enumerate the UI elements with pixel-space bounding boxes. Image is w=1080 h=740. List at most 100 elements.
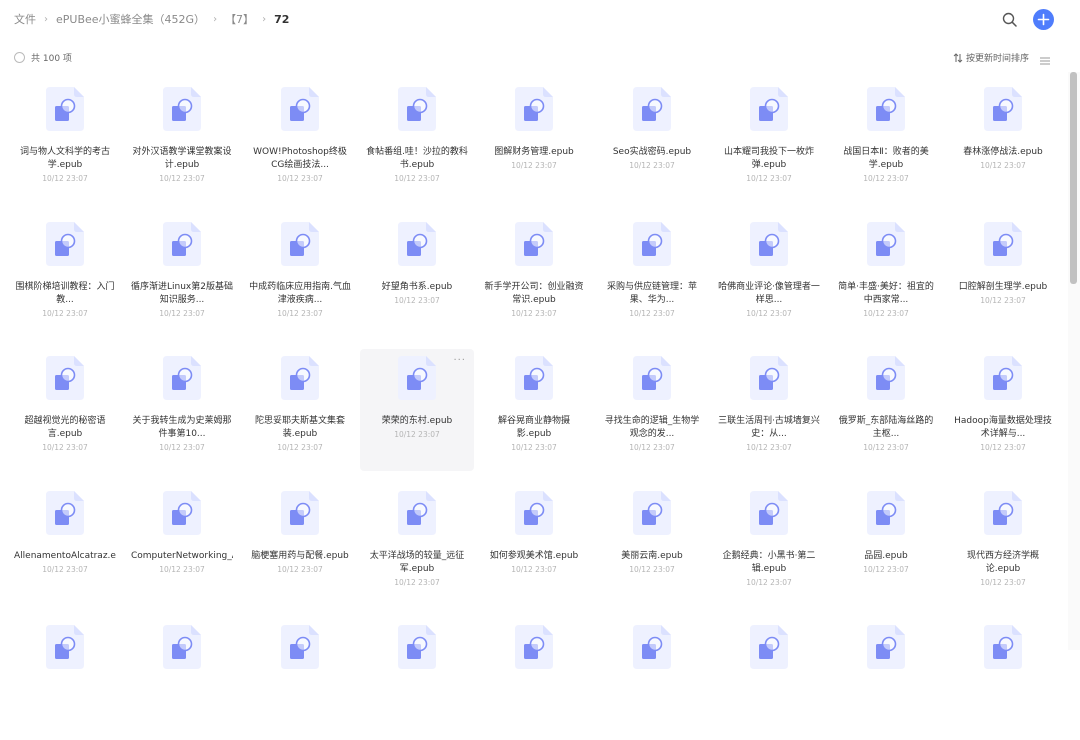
file-name: 对外汉语教学课堂教案设计.epub (132, 147, 232, 170)
file-item[interactable]: 山本耀司我投下一枚炸弹.epub 10/12 23:07 (712, 80, 826, 202)
file-item[interactable] (243, 618, 357, 740)
file-item[interactable]: 围棋阶梯培训教程：入门教... 10/12 23:07 (8, 215, 122, 337)
file-item[interactable]: 寻找生命的逻辑_生物学观念的发... 10/12 23:07 (595, 349, 709, 471)
breadcrumb-item-epubee[interactable]: ePUBee小蜜蜂全集（452G） (56, 11, 205, 27)
file-name: 采购与供应链管理：苹果、华为... (606, 282, 697, 305)
file-name: 好望角书系.epub (381, 282, 453, 292)
sort-button[interactable]: 按更新时间排序 (953, 51, 1029, 64)
file-date: 10/12 23:07 (746, 309, 792, 318)
file-item[interactable]: 脑梗塞用药与配餐.epub 10/12 23:07 (243, 484, 357, 606)
file-item[interactable] (595, 618, 709, 740)
file-name: 中成药临床应用指南.气血津液疾病... (249, 282, 351, 305)
file-item[interactable]: 荣荣的东村.epub 10/12 23:07 ··· (360, 349, 474, 471)
file-date: 10/12 23:07 (394, 578, 440, 587)
file-item[interactable]: 新手学开公司：创业融资常识.epub 10/12 23:07 (477, 215, 591, 337)
file-item[interactable] (477, 618, 591, 740)
file-name: 企鹅经典：小黑书·第二辑.epub (722, 551, 816, 574)
breadcrumb-item-files[interactable]: 文件 (14, 11, 36, 27)
file-item[interactable]: 词与物人文科学的考古学.epub 10/12 23:07 (8, 80, 122, 202)
file-item[interactable]: 关于我转生成为史莱姆那件事第10... 10/12 23:07 (125, 349, 239, 471)
file-item[interactable]: 食帖番组.哇！沙拉的教科书.epub 10/12 23:07 (360, 80, 474, 202)
epub-file-icon (515, 491, 553, 535)
epub-file-icon (281, 491, 319, 535)
breadcrumb-item-7[interactable]: 【7】 (225, 11, 254, 27)
file-name: 超越视觉光的秘密语言.epub (24, 416, 106, 439)
file-item[interactable]: 对外汉语教学课堂教案设计.epub 10/12 23:07 (125, 80, 239, 202)
file-item[interactable]: WOW!Photoshop终极CG绘画技法... 10/12 23:07 (243, 80, 357, 202)
file-item[interactable] (360, 618, 474, 740)
file-name: Hadoop海量数据处理技术详解与... (954, 416, 1052, 439)
file-item[interactable] (712, 618, 826, 740)
file-item[interactable]: 现代西方经济学概论.epub 10/12 23:07 (946, 484, 1060, 606)
file-item[interactable] (829, 618, 943, 740)
file-item[interactable]: 如何参观美术馆.epub 10/12 23:07 (477, 484, 591, 606)
search-icon (1002, 12, 1017, 27)
file-item[interactable]: Seo实战密码.epub 10/12 23:07 (595, 80, 709, 202)
file-name: 春林涨停战法.epub (963, 147, 1043, 157)
file-name: 图解财务管理.epub (494, 147, 574, 157)
epub-file-icon (515, 356, 553, 400)
file-item[interactable]: 循序渐进Linux第2版基础知识服务... 10/12 23:07 (125, 215, 239, 337)
file-name: 哈佛商业评论·像管理者一样思... (718, 282, 820, 305)
file-date: 10/12 23:07 (980, 443, 1026, 452)
file-item[interactable]: 俄罗斯_东部陆海丝路的主枢... 10/12 23:07 (829, 349, 943, 471)
file-item[interactable]: 采购与供应链管理：苹果、华为... 10/12 23:07 (595, 215, 709, 337)
file-item[interactable]: 图解财务管理.epub 10/12 23:07 (477, 80, 591, 202)
file-item[interactable]: 品园.epub 10/12 23:07 (829, 484, 943, 606)
epub-file-icon (984, 87, 1022, 131)
checkbox-circle-icon (14, 52, 25, 63)
file-item[interactable] (125, 618, 239, 740)
file-name: 荣荣的东村.epub (381, 416, 453, 426)
epub-file-icon (984, 222, 1022, 266)
epub-file-icon (633, 356, 671, 400)
file-name: 如何参观美术馆.epub (489, 551, 579, 561)
file-item[interactable]: 口腔解剖生理学.epub 10/12 23:07 (946, 215, 1060, 337)
file-item[interactable]: 解谷晃商业静物摄影.epub 10/12 23:07 (477, 349, 591, 471)
file-item[interactable]: AllenamentoAlcatraz.epub 10/12 23:07 (8, 484, 122, 606)
top-bar: 文件 › ePUBee小蜜蜂全集（452G） › 【7】 › 72 (0, 0, 1080, 40)
epub-file-icon (281, 87, 319, 131)
file-name: 口腔解剖生理学.epub (958, 282, 1048, 292)
file-name: 品园.epub (864, 551, 908, 561)
item-count-label: 共 100 项 (31, 54, 72, 64)
file-item[interactable]: 哈佛商业评论·像管理者一样思... 10/12 23:07 (712, 215, 826, 337)
file-date: 10/12 23:07 (42, 443, 88, 452)
file-item[interactable]: 三联生活周刊·古城墙复兴史：从... 10/12 23:07 (712, 349, 826, 471)
file-item[interactable]: 陀思妥耶夫斯基文集套装.epub 10/12 23:07 (243, 349, 357, 471)
select-all-checkbox[interactable]: 共 100 项 (14, 51, 72, 64)
vertical-scrollbar[interactable] (1068, 72, 1080, 650)
file-item[interactable]: ComputerNetworking_ATop-... 10/12 23:07 (125, 484, 239, 606)
file-item[interactable]: Hadoop海量数据处理技术详解与... 10/12 23:07 (946, 349, 1060, 471)
file-date: 10/12 23:07 (980, 161, 1026, 170)
file-name: WOW!Photoshop终极CG绘画技法... (253, 147, 347, 170)
file-item[interactable]: 简单·丰盛·美好：祖宜的中西家常... 10/12 23:07 (829, 215, 943, 337)
file-item[interactable]: 中成药临床应用指南.气血津液疾病... 10/12 23:07 (243, 215, 357, 337)
epub-file-icon (163, 87, 201, 131)
file-name: 太平洋战场的较量_远征军.epub (369, 551, 465, 574)
add-button[interactable] (1033, 9, 1054, 30)
file-item[interactable]: 战国日本Ⅱ：败者的美学.epub 10/12 23:07 (829, 80, 943, 202)
epub-file-icon (633, 625, 671, 669)
toolbar: 共 100 项 按更新时间排序 (0, 48, 1080, 68)
scrollbar-thumb[interactable] (1070, 72, 1077, 284)
plus-icon (1037, 13, 1050, 26)
file-item[interactable] (8, 618, 122, 740)
file-date: 10/12 23:07 (511, 443, 557, 452)
more-options-button[interactable]: ··· (453, 355, 466, 366)
file-date: 10/12 23:07 (629, 565, 675, 574)
file-date: 10/12 23:07 (277, 565, 323, 574)
file-item[interactable]: 超越视觉光的秘密语言.epub 10/12 23:07 (8, 349, 122, 471)
epub-file-icon (398, 87, 436, 131)
file-date: 10/12 23:07 (629, 443, 675, 452)
file-item[interactable]: 企鹅经典：小黑书·第二辑.epub 10/12 23:07 (712, 484, 826, 606)
file-item[interactable]: 太平洋战场的较量_远征军.epub 10/12 23:07 (360, 484, 474, 606)
list-view-button[interactable] (1039, 51, 1051, 65)
file-date: 10/12 23:07 (863, 443, 909, 452)
file-item[interactable] (946, 618, 1060, 740)
file-item[interactable]: 春林涨停战法.epub 10/12 23:07 (946, 80, 1060, 202)
file-item[interactable]: 好望角书系.epub 10/12 23:07 (360, 215, 474, 337)
file-date: 10/12 23:07 (511, 161, 557, 170)
epub-file-icon (163, 356, 201, 400)
search-button[interactable] (1001, 11, 1019, 29)
file-item[interactable]: 美丽云南.epub 10/12 23:07 (595, 484, 709, 606)
